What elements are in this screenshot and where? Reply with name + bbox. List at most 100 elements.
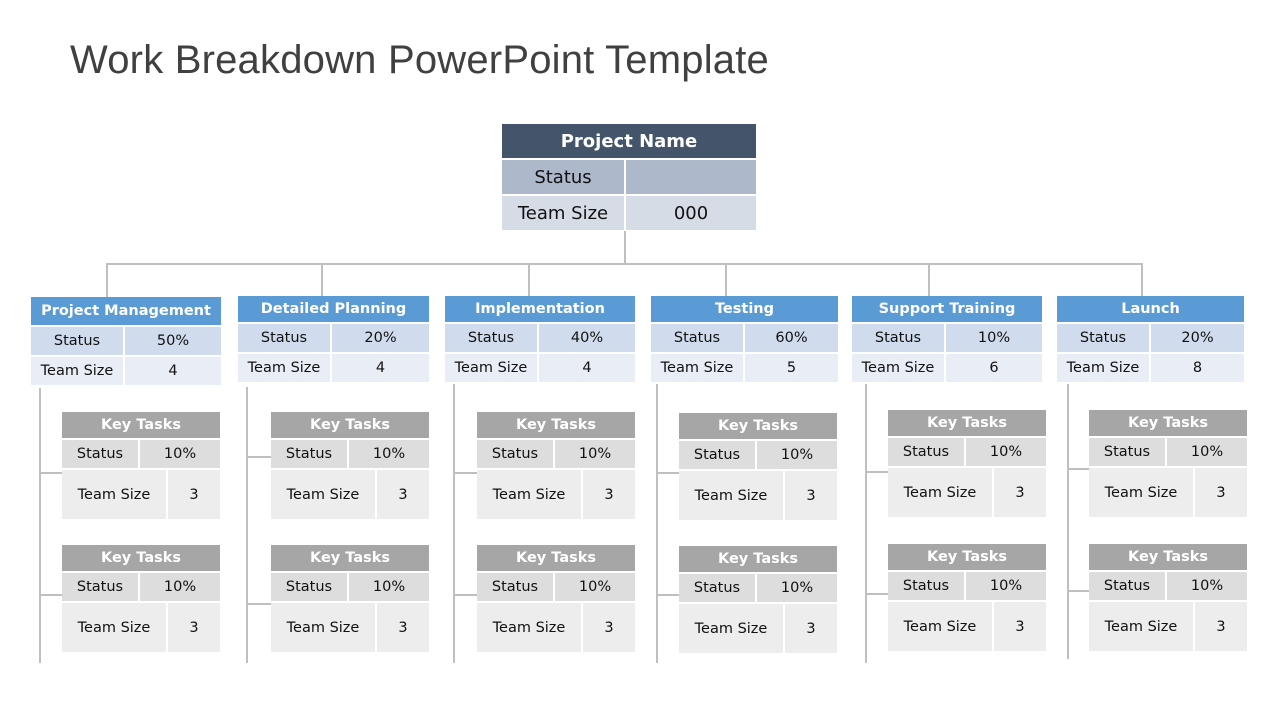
key-task-team-label: Team Size [477,470,581,519]
key-task-name: Key Tasks [477,545,635,571]
key-task-team-row: Team Size 3 [1089,468,1247,517]
task-branch-1b [39,594,62,596]
key-task-status-row: Status 10% [271,440,429,468]
root-team-row: Team Size 000 [502,196,756,230]
key-task-team-row: Team Size 3 [1089,602,1247,651]
connector-phase-6 [1141,263,1143,297]
phase-status-row: Status 20% [1057,324,1244,352]
phase-team-row: Team Size 8 [1057,354,1244,382]
phase-status-value: 50% [125,327,221,355]
key-task-team-label: Team Size [271,603,375,652]
phase-name: Implementation [445,296,635,322]
key-task-status-value: 10% [555,573,635,601]
phase-name: Project Management [31,297,221,325]
root-team-label: Team Size [502,196,624,230]
phase-status-label: Status [651,324,743,352]
root-team-value: 000 [626,196,756,230]
phase-table-support-training: Support Training Status 10% Team Size 6 [852,296,1042,382]
task-spine-5 [865,384,867,663]
key-task-status-row: Status 10% [888,438,1046,466]
phase-table-project-management: Project Management Status 50% Team Size 4 [31,297,221,385]
connector-phase-1 [106,263,108,298]
phase-status-value: 40% [539,324,635,352]
phase-table-implementation: Implementation Status 40% Team Size 4 [445,296,635,382]
key-task-team-value: 3 [377,603,429,652]
phase-name: Testing [651,296,838,322]
connector-phase-2 [321,263,323,297]
task-branch-2a [246,456,271,458]
key-task-table: Key Tasks Status 10% Team Size 3 [62,412,220,519]
key-task-team-value: 3 [168,603,220,652]
root-project-name: Project Name [502,124,756,158]
phase-team-label: Team Size [238,354,330,382]
key-task-name: Key Tasks [1089,544,1247,570]
phase-status-value: 10% [946,324,1042,352]
key-task-status-label: Status [888,572,964,600]
key-task-status-label: Status [1089,438,1165,466]
key-task-status-value: 10% [966,438,1046,466]
key-task-team-row: Team Size 3 [888,602,1046,651]
key-task-status-label: Status [271,440,347,468]
key-task-name: Key Tasks [888,410,1046,436]
task-branch-6b [1067,590,1089,592]
key-task-status-row: Status 10% [477,440,635,468]
phase-status-label: Status [1057,324,1149,352]
key-task-team-row: Team Size 3 [679,471,837,520]
phase-status-row: Status 50% [31,327,221,355]
key-task-team-label: Team Size [62,470,166,519]
key-task-table: Key Tasks Status 10% Team Size 3 [679,413,837,520]
key-task-team-row: Team Size 3 [271,603,429,652]
key-task-status-label: Status [1089,572,1165,600]
connector-phase-3 [528,263,530,297]
key-task-status-value: 10% [555,440,635,468]
phase-table-launch: Launch Status 20% Team Size 8 [1057,296,1244,382]
key-task-name: Key Tasks [477,412,635,438]
key-task-status-label: Status [62,440,138,468]
phase-status-label: Status [445,324,537,352]
phase-team-value: 4 [539,354,635,382]
key-task-status-row: Status 10% [679,574,837,602]
phase-name: Detailed Planning [238,296,429,322]
task-spine-3 [453,384,455,663]
root-project-table: Project Name Status Team Size 000 [502,124,756,230]
task-branch-5a [865,471,888,473]
task-branch-3a [453,472,477,474]
key-task-team-row: Team Size 3 [888,468,1046,517]
phase-team-label: Team Size [651,354,743,382]
key-task-team-row: Team Size 3 [62,603,220,652]
key-task-table: Key Tasks Status 10% Team Size 3 [271,545,429,652]
key-task-name: Key Tasks [62,545,220,571]
phase-status-label: Status [31,327,123,355]
key-task-team-value: 3 [785,471,837,520]
phase-team-label: Team Size [852,354,944,382]
phase-team-value: 6 [946,354,1042,382]
key-task-status-label: Status [477,573,553,601]
phase-status-value: 20% [1151,324,1244,352]
key-task-name: Key Tasks [62,412,220,438]
key-task-status-label: Status [271,573,347,601]
key-task-table: Key Tasks Status 10% Team Size 3 [477,545,635,652]
key-task-team-value: 3 [583,603,635,652]
phase-status-row: Status 20% [238,324,429,352]
task-spine-2 [246,387,248,663]
key-task-status-label: Status [62,573,138,601]
key-task-team-value: 3 [994,602,1046,651]
connector-horizontal-bus [106,263,1143,265]
connector-phase-5 [928,263,930,297]
phase-status-value: 20% [332,324,429,352]
key-task-table: Key Tasks Status 10% Team Size 3 [888,544,1046,651]
task-branch-6a [1067,468,1089,470]
key-task-table: Key Tasks Status 10% Team Size 3 [62,545,220,652]
phase-team-value: 4 [125,357,221,385]
key-task-status-label: Status [679,441,755,469]
key-task-name: Key Tasks [679,413,837,439]
key-task-team-label: Team Size [477,603,581,652]
phase-team-value: 8 [1151,354,1244,382]
key-task-team-value: 3 [785,604,837,653]
key-task-table: Key Tasks Status 10% Team Size 3 [1089,410,1247,517]
phase-status-label: Status [238,324,330,352]
phase-status-row: Status 60% [651,324,838,352]
key-task-name: Key Tasks [1089,410,1247,436]
key-task-team-label: Team Size [1089,468,1193,517]
key-task-name: Key Tasks [271,545,429,571]
